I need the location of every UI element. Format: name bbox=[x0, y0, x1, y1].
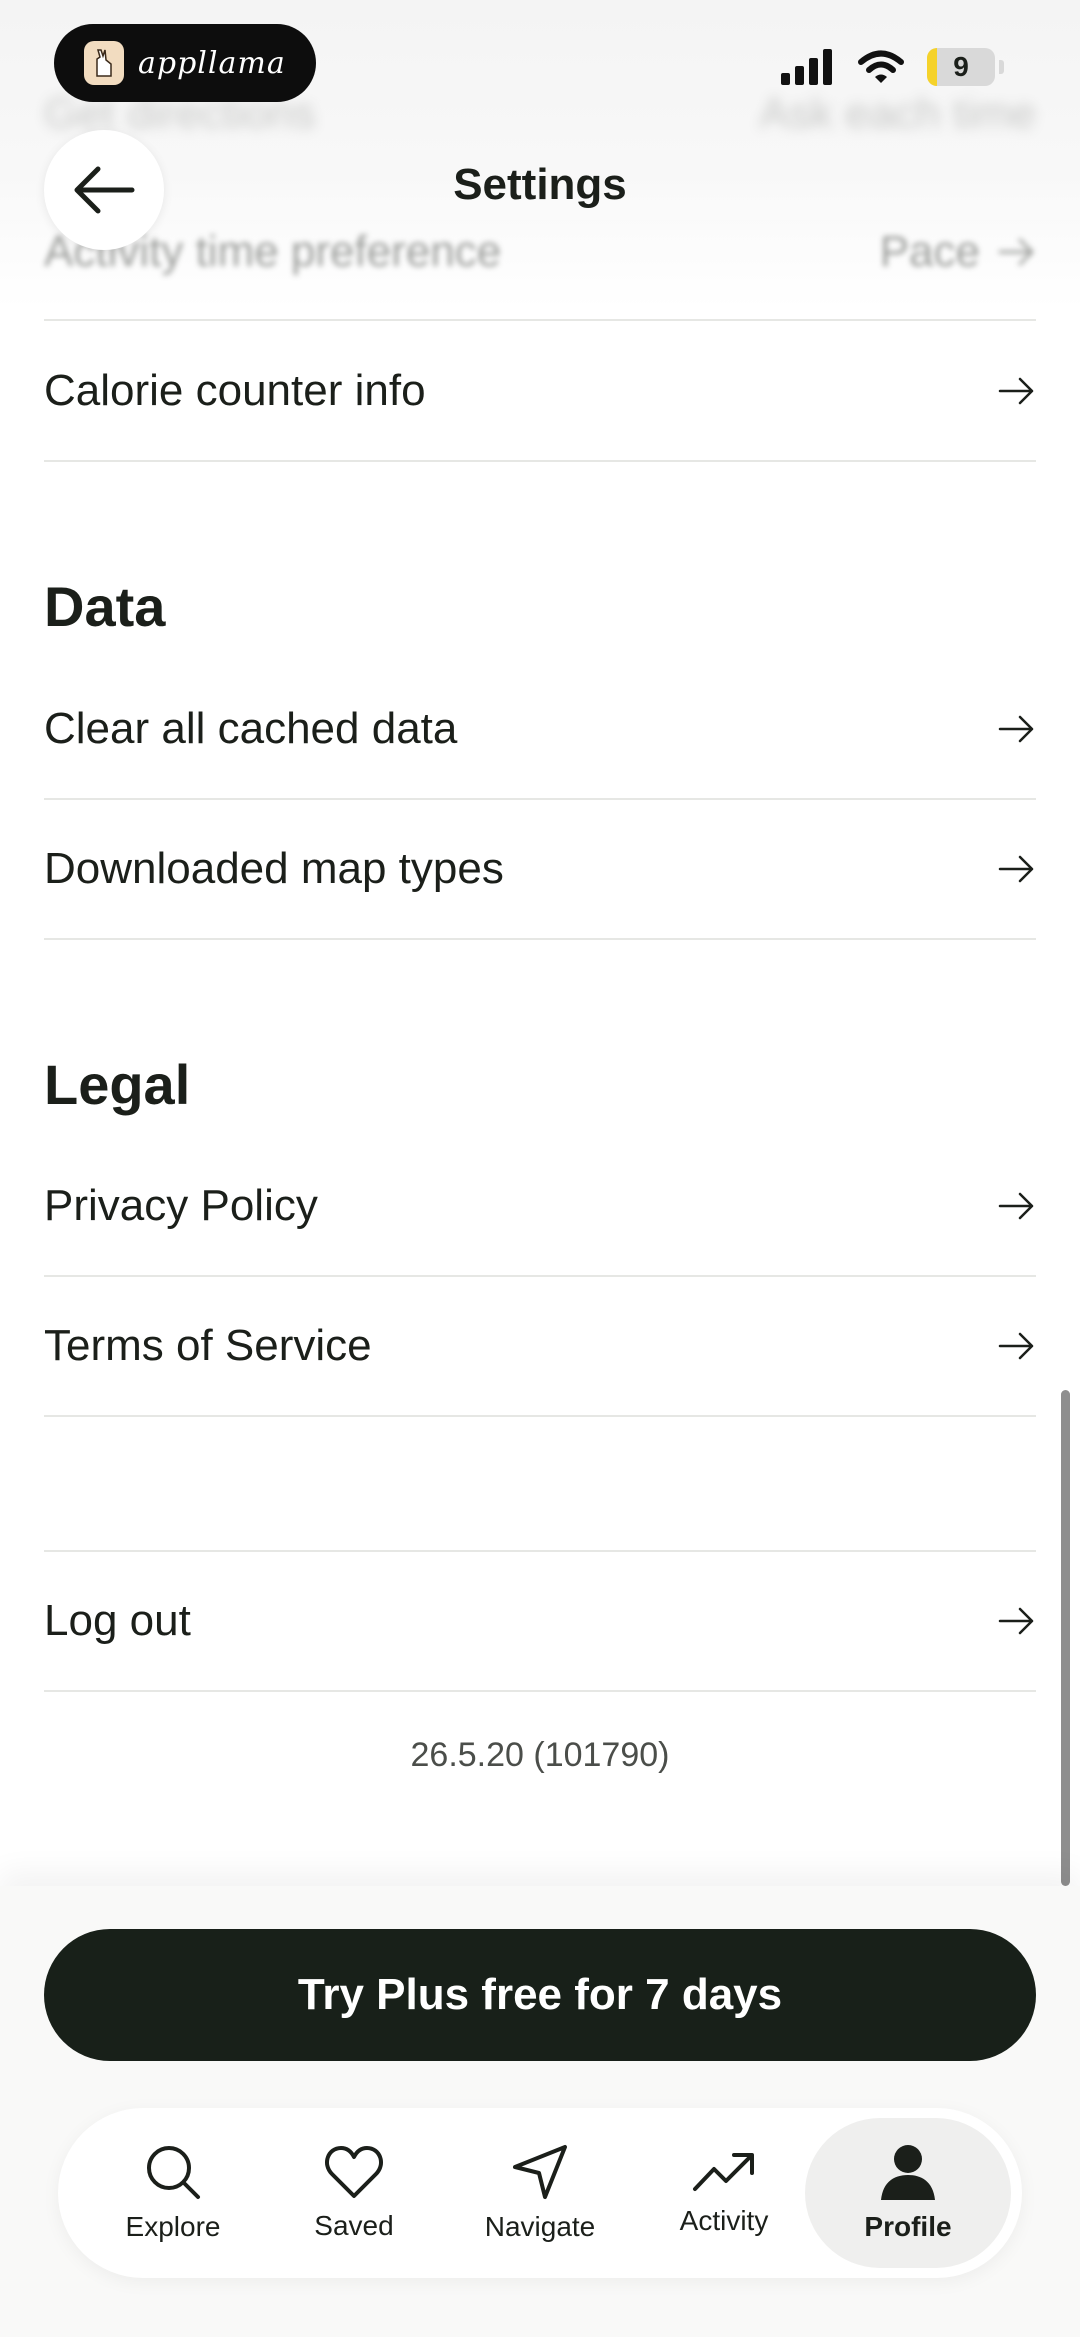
nav-navigate[interactable]: Navigate bbox=[455, 2118, 625, 2268]
row-label: Downloaded map types bbox=[44, 844, 504, 893]
setting-row-activity-time[interactable]: Activity time preference Pace bbox=[44, 222, 1036, 282]
battery-icon: 9 bbox=[927, 48, 995, 86]
nav-label: Explore bbox=[125, 2211, 221, 2242]
calorie-counter-info-row[interactable]: Calorie counter info bbox=[44, 322, 1036, 462]
downloaded-map-types-row[interactable]: Downloaded map types bbox=[44, 800, 1036, 940]
row-label: Terms of Service bbox=[44, 1321, 372, 1370]
arrow-right-icon bbox=[998, 1192, 1034, 1220]
app-version: 26.5.20 (101790) bbox=[410, 1736, 670, 1774]
nav-label: Navigate bbox=[484, 2211, 596, 2242]
terms-of-service-row[interactable]: Terms of Service bbox=[44, 1277, 1036, 1417]
nav-profile[interactable]: Profile bbox=[805, 2118, 1011, 2268]
try-plus-button[interactable]: Try Plus free for 7 days bbox=[44, 1929, 1036, 2061]
arrow-right-icon bbox=[998, 1332, 1034, 1360]
app-badge: appllama bbox=[54, 24, 316, 102]
battery-level: 9 bbox=[953, 51, 969, 82]
arrow-right-icon bbox=[998, 855, 1034, 883]
section-title-data: Data bbox=[44, 575, 166, 638]
nav-explore[interactable]: Explore bbox=[88, 2118, 258, 2268]
row-label: Privacy Policy bbox=[44, 1181, 318, 1230]
arrow-right-icon bbox=[998, 238, 1034, 266]
arrow-right-icon bbox=[998, 715, 1034, 743]
scrollbar[interactable] bbox=[1061, 1390, 1070, 1886]
heart-icon bbox=[325, 2146, 383, 2198]
nav-label: Profile bbox=[864, 2211, 952, 2242]
nav-label: Activity bbox=[679, 2205, 769, 2236]
app-badge-label: appllama bbox=[138, 45, 286, 81]
battery-tip bbox=[999, 60, 1004, 74]
setting-value: Ask each time bbox=[759, 89, 1036, 138]
signal-icon bbox=[781, 49, 832, 85]
user-icon bbox=[881, 2145, 935, 2200]
row-label: Log out bbox=[44, 1596, 191, 1645]
wifi-icon bbox=[858, 50, 904, 83]
nav-label: Saved bbox=[314, 2210, 394, 2241]
page-title: Settings bbox=[453, 160, 627, 209]
log-out-row[interactable]: Log out bbox=[44, 1552, 1036, 1692]
status-icons: 9 bbox=[781, 48, 1004, 86]
setting-value: Pace bbox=[879, 227, 980, 276]
nav-saved[interactable]: Saved bbox=[269, 2118, 439, 2268]
navigation-arrow-icon bbox=[513, 2145, 567, 2199]
clear-cached-data-row[interactable]: Clear all cached data bbox=[44, 660, 1036, 800]
arrow-right-icon bbox=[998, 1607, 1034, 1635]
nav-activity[interactable]: Activity bbox=[639, 2118, 809, 2268]
llama-logo-icon bbox=[84, 41, 124, 85]
privacy-policy-row[interactable]: Privacy Policy bbox=[44, 1137, 1036, 1277]
arrow-right-icon bbox=[998, 377, 1034, 405]
trending-up-icon bbox=[693, 2153, 754, 2191]
section-title-legal: Legal bbox=[44, 1053, 191, 1116]
divider bbox=[44, 319, 1036, 321]
row-label: Calorie counter info bbox=[44, 366, 426, 415]
row-label: Clear all cached data bbox=[44, 704, 458, 753]
search-icon bbox=[147, 2146, 200, 2199]
